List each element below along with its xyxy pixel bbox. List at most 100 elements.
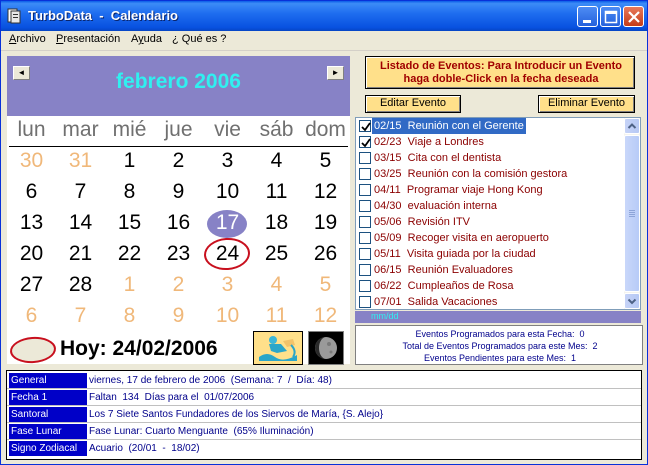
calendar-day-other-month[interactable]: 3 xyxy=(203,270,252,300)
calendar-day-other-month[interactable]: 5 xyxy=(301,270,350,300)
calendar-day[interactable]: 24 xyxy=(203,239,252,269)
calendar-day[interactable]: 15 xyxy=(105,208,154,238)
calendar-day-other-month[interactable]: 9 xyxy=(154,301,203,331)
event-date: 06/15 xyxy=(374,264,402,276)
weekday-sab: sáb xyxy=(259,118,294,141)
event-title: Cita con el dentista xyxy=(407,152,502,164)
event-checkbox[interactable] xyxy=(359,152,371,164)
calendar-day[interactable]: 2 xyxy=(154,146,203,176)
scroll-thumb[interactable] xyxy=(624,135,640,292)
edit-event-button[interactable]: Editar Evento xyxy=(365,95,461,113)
event-checkbox[interactable] xyxy=(359,184,371,196)
event-checkbox[interactable] xyxy=(359,280,371,292)
event-list-item[interactable]: 06/15 Reunión Evaluadores xyxy=(356,262,624,278)
minimize-button[interactable] xyxy=(577,6,598,27)
event-list-item[interactable]: 07/01 Salida Vacaciones xyxy=(356,294,624,310)
calendar-day[interactable]: 19 xyxy=(301,208,350,238)
weekday-mar: mar xyxy=(62,118,99,141)
calendar-day-other-month[interactable]: 2 xyxy=(154,270,203,300)
event-list-item[interactable]: 03/25 Reunión con la comisión gestora xyxy=(356,166,624,182)
calendar-day-other-month[interactable]: 1 xyxy=(105,270,154,300)
event-list-item[interactable]: 05/11 Visita guiada por la ciudad xyxy=(356,246,624,262)
menu-archivo[interactable]: Archivo xyxy=(9,33,46,45)
event-checkbox[interactable] xyxy=(359,200,371,212)
event-date: 05/11 xyxy=(374,248,401,260)
event-label: 06/15 Reunión Evaluadores xyxy=(372,262,515,278)
calendar-day[interactable]: 4 xyxy=(252,146,301,176)
event-list-item[interactable]: 02/15 Reunión con el Gerente xyxy=(356,118,624,134)
calendar-day-other-month[interactable]: 7 xyxy=(56,301,105,331)
event-checkbox[interactable] xyxy=(359,248,371,260)
calendar-day-other-month[interactable]: 30 xyxy=(7,146,56,176)
calendar-day[interactable]: 14 xyxy=(56,208,105,238)
scroll-up-button[interactable] xyxy=(624,118,640,134)
calendar-day[interactable]: 22 xyxy=(105,239,154,269)
weekday-jue: jue xyxy=(164,118,193,141)
menu-que-es[interactable]: ¿ Qué es ? xyxy=(172,33,226,45)
event-title: Viaje a Londres xyxy=(407,136,484,148)
maximize-button[interactable] xyxy=(600,6,621,27)
title-bar[interactable]: TurboData - Calendario xyxy=(1,1,647,31)
event-title: Cumpleaños de Rosa xyxy=(407,280,514,292)
event-checkbox[interactable] xyxy=(359,296,371,308)
info-row-santoral: Santoral Los 7 Siete Santos Fundadores d… xyxy=(7,406,641,423)
calendar-day[interactable]: 9 xyxy=(154,177,203,207)
calendar-day-other-month[interactable]: 4 xyxy=(252,270,301,300)
event-checkbox[interactable] xyxy=(359,136,371,148)
calendar-day[interactable]: 26 xyxy=(301,239,350,269)
zodiac-aquarius-icon[interactable] xyxy=(253,331,303,365)
calendar-day[interactable]: 28 xyxy=(56,270,105,300)
calendar-day[interactable]: 8 xyxy=(105,177,154,207)
calendar-day[interactable]: 23 xyxy=(154,239,203,269)
calendar-day[interactable]: 11 xyxy=(252,177,301,207)
next-month-button[interactable]: ► xyxy=(327,66,344,80)
event-list-item[interactable]: 04/30 evaluación interna xyxy=(356,198,624,214)
calendar-day[interactable]: 17 xyxy=(203,208,252,238)
calendar-day-other-month[interactable]: 6 xyxy=(7,301,56,331)
calendar-day[interactable]: 16 xyxy=(154,208,203,238)
menu-presentacion[interactable]: Presentación xyxy=(56,33,120,45)
calendar-day[interactable]: 3 xyxy=(203,146,252,176)
calendar-day-other-month[interactable]: 10 xyxy=(203,301,252,331)
event-checkbox[interactable] xyxy=(359,264,371,276)
calendar-day-other-month[interactable]: 11 xyxy=(252,301,301,331)
event-list-item[interactable]: 02/23 Viaje a Londres xyxy=(356,134,624,150)
calendar-day[interactable]: 13 xyxy=(7,208,56,238)
event-list-item[interactable]: 06/22 Cumpleaños de Rosa xyxy=(356,278,624,294)
weekday-header: lun mar mié jue vie sáb dom xyxy=(7,118,350,146)
weekday-mie: mié xyxy=(112,118,147,141)
event-checkbox[interactable] xyxy=(359,216,371,228)
event-checkbox[interactable] xyxy=(359,168,371,180)
event-checkbox[interactable] xyxy=(359,120,371,132)
event-list-item[interactable]: 04/11 Programar viaje Hong Kong xyxy=(356,182,624,198)
event-label: 05/11 Visita guiada por la ciudad xyxy=(372,246,538,262)
calendar-day[interactable]: 10 xyxy=(203,177,252,207)
event-title: Programar viaje Hong Kong xyxy=(406,184,543,196)
close-button[interactable] xyxy=(623,6,644,27)
event-list-item[interactable]: 05/06 Revisión ITV xyxy=(356,214,624,230)
calendar-day[interactable]: 6 xyxy=(7,177,56,207)
calendar-day[interactable]: 5 xyxy=(301,146,350,176)
calendar-day[interactable]: 20 xyxy=(7,239,56,269)
event-list-item[interactable]: 05/09 Recoger visita en aeropuerto xyxy=(356,230,624,246)
info-label-signo: Signo Zodiacal xyxy=(9,441,87,456)
calendar-day[interactable]: 12 xyxy=(301,177,350,207)
calendar-day[interactable]: 1 xyxy=(105,146,154,176)
calendar-day[interactable]: 21 xyxy=(56,239,105,269)
event-list-scrollbar[interactable] xyxy=(624,118,640,309)
calendar-day[interactable]: 18 xyxy=(252,208,301,238)
scroll-down-button[interactable] xyxy=(624,293,640,309)
event-label: 04/11 Programar viaje Hong Kong xyxy=(372,182,545,198)
event-list-item[interactable]: 03/15 Cita con el dentista xyxy=(356,150,624,166)
calendar-day-other-month[interactable]: 8 xyxy=(105,301,154,331)
menu-ayuda[interactable]: Ayuda xyxy=(131,33,162,45)
moon-phase-icon[interactable] xyxy=(308,331,344,365)
calendar-day-other-month[interactable]: 12 xyxy=(301,301,350,331)
calendar-day[interactable]: 27 xyxy=(7,270,56,300)
event-checkbox[interactable] xyxy=(359,232,371,244)
calendar-day[interactable]: 25 xyxy=(252,239,301,269)
instructions-line-2: haga doble-Click en la fecha deseada xyxy=(403,73,599,85)
calendar-day[interactable]: 7 xyxy=(56,177,105,207)
calendar-day-other-month[interactable]: 31 xyxy=(56,146,105,176)
delete-event-button[interactable]: Eliminar Evento xyxy=(538,95,635,113)
